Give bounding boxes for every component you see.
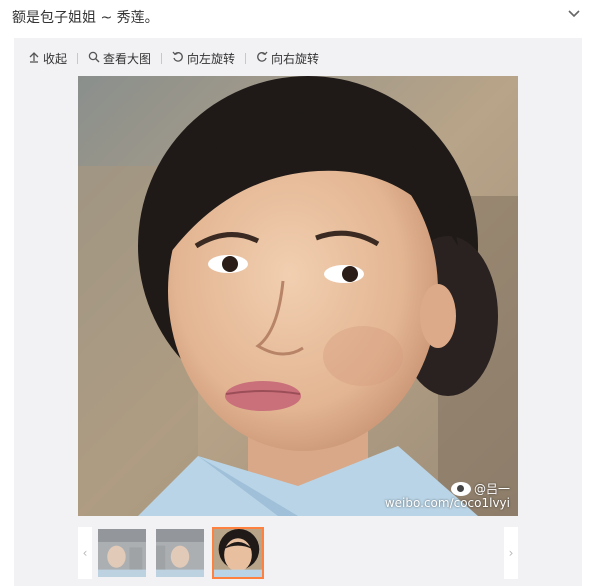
thumbnail-3[interactable]: [212, 527, 264, 579]
post-text: 额是包子姐姐 ~ 秀莲。: [12, 10, 159, 26]
photo-watermark: @吕一 weibo.com/coco1lvyi: [385, 482, 510, 510]
collapse-arrow-icon: [28, 51, 40, 66]
thumbnail-1[interactable]: [96, 527, 148, 579]
search-icon: [88, 51, 100, 66]
portrait-image: [78, 76, 518, 516]
view-large-button[interactable]: 查看大图: [88, 50, 151, 67]
media-panel: 收起 查看大图 向左旋转 向右旋转 @吕一 weibo.com/coco1lvy…: [14, 38, 582, 586]
toolbar-divider: [245, 52, 247, 64]
media-toolbar: 收起 查看大图 向左旋转 向右旋转: [28, 48, 319, 68]
weibo-eye-icon: [450, 482, 471, 496]
main-photo[interactable]: @吕一 weibo.com/coco1lvyi: [78, 76, 518, 516]
thumbnail-next-button[interactable]: ›: [504, 527, 518, 579]
rotate-left-button[interactable]: 向左旋转: [172, 50, 235, 67]
rotate-right-icon: [256, 51, 268, 66]
rotate-right-button[interactable]: 向右旋转: [256, 50, 319, 67]
rotate-left-label: 向左旋转: [187, 51, 236, 66]
rotate-left-icon: [172, 51, 184, 66]
thumbnail-prev-button[interactable]: ‹: [78, 527, 92, 579]
toolbar-divider: [161, 52, 163, 64]
collapse-label: 收起: [43, 51, 68, 66]
chevron-down-icon[interactable]: [566, 6, 582, 22]
thumbnail-2[interactable]: [154, 527, 206, 579]
collapse-button[interactable]: 收起: [28, 50, 67, 67]
thumbnail-strip: ‹ ›: [78, 527, 518, 579]
view-large-label: 查看大图: [103, 51, 152, 66]
rotate-right-label: 向右旋转: [271, 51, 320, 66]
toolbar-divider: [77, 52, 79, 64]
watermark-url: weibo.com/coco1lvyi: [384, 496, 510, 510]
feed-card: 额是包子姐姐 ~ 秀莲。 收起 查看大图 向左旋转 向右旋转 @吕一 weibo…: [0, 0, 592, 586]
watermark-author: @吕一: [473, 482, 510, 496]
